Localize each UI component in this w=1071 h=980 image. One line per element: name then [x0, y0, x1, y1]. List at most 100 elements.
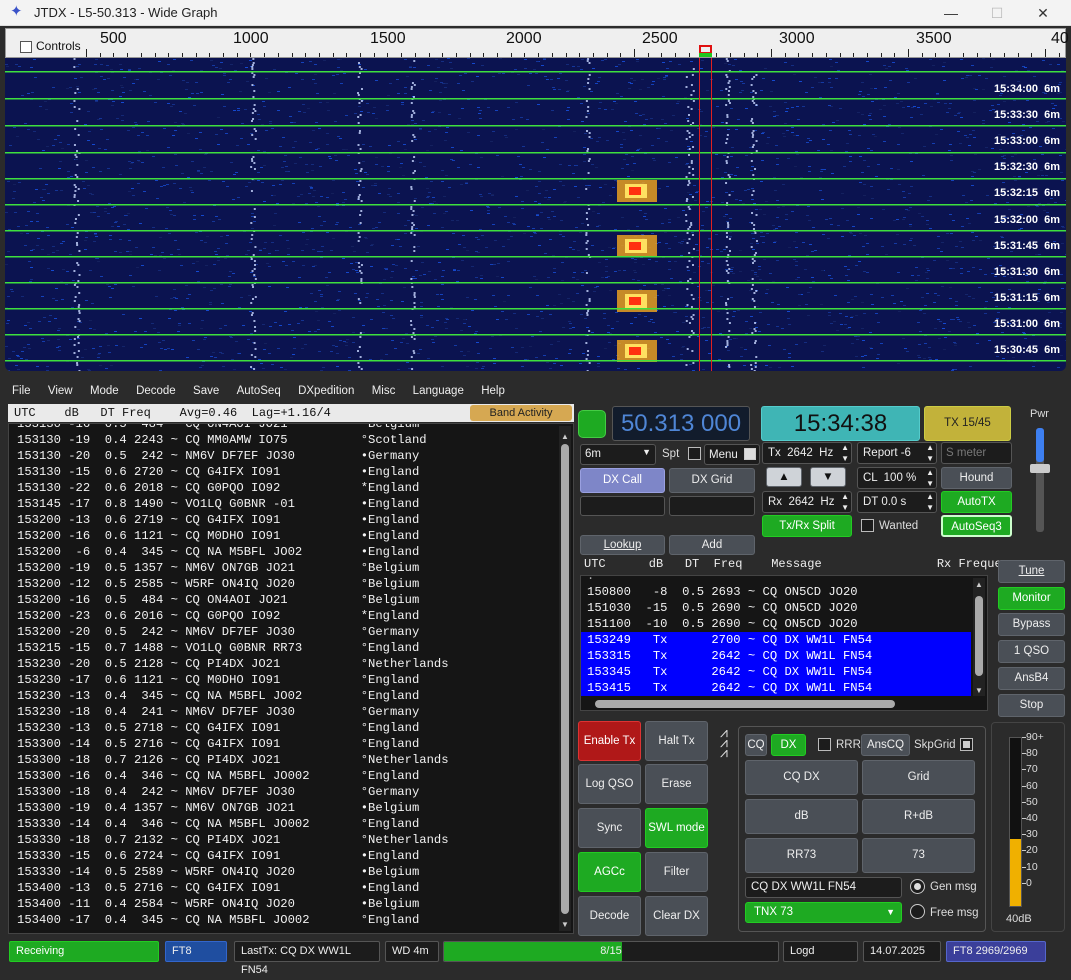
rx-list-row[interactable]: 153345 Tx 2642 ~ CQ DX WW1L FN54: [581, 664, 971, 680]
controls-checkbox[interactable]: Controls: [20, 39, 81, 53]
band-activity-row[interactable]: 153200 -23 0.6 2016 ~ CQ G0PQO IO92 *Eng…: [9, 608, 573, 624]
dx-grid-button[interactable]: DX Grid: [669, 468, 755, 493]
waterfall-display[interactable]: 15:34:00 6m 15:33:30 6m 15:33:00 6m 15:32:3…: [5, 58, 1066, 371]
band-activity-row[interactable]: 153130 -19 0.4 2243 ~ CQ MM0AMW IO75 °Sc…: [9, 432, 573, 448]
band-activity-row[interactable]: 153300 -18 0.4 242 ~ NM6V DF7EF JO30 °Ge…: [9, 784, 573, 800]
swl-mode-button[interactable]: SWL mode: [645, 808, 708, 848]
band-activity-row[interactable]: 153130 -16 0.5 484 ~ CQ ON4AOI JO21 °Bel…: [9, 424, 573, 432]
menu-toggle[interactable]: Menu: [704, 444, 760, 465]
band-select[interactable]: 6m ▼: [580, 444, 656, 465]
side-button-monitor[interactable]: Monitor: [998, 587, 1065, 610]
erase-button[interactable]: Erase: [645, 764, 708, 804]
menu-help[interactable]: Help: [474, 382, 512, 397]
rrr-checkbox[interactable]: [818, 738, 831, 751]
scroll-up-icon[interactable]: ▲: [561, 432, 569, 441]
msg-button-73[interactable]: 73: [862, 838, 975, 873]
msg-button-db[interactable]: dB: [745, 799, 858, 834]
menu-misc[interactable]: Misc: [365, 382, 403, 397]
decode-button[interactable]: Decode: [578, 896, 641, 936]
band-activity-row[interactable]: 153300 -18 0.7 2126 ~ CQ PI4DX JO21 °Net…: [9, 752, 573, 768]
band-activity-row[interactable]: 153200 -20 0.5 242 ~ NM6V DF7EF JO30 °Ge…: [9, 624, 573, 640]
rx-frequency-spinbox[interactable]: Rx 2642 Hz ▲ ▼: [762, 491, 852, 513]
scrollbar[interactable]: ▲ ▼: [559, 426, 571, 931]
scroll-down-icon[interactable]: ▼: [561, 920, 569, 929]
msg-button-rr73[interactable]: RR73: [745, 838, 858, 873]
band-activity-row[interactable]: 153200 -13 0.6 2719 ~ CQ G4IFX IO91 •Eng…: [9, 512, 573, 528]
band-activity-row[interactable]: 153300 -16 0.4 346 ~ CQ NA M5BFL JO002 °…: [9, 768, 573, 784]
sync-button[interactable]: Sync: [578, 808, 641, 848]
rx-list-scrollbar[interactable]: ▲ ▼: [973, 578, 985, 696]
band-activity-row[interactable]: 153400 -11 0.4 2584 ~ W5RF ON4IQ JO20 •B…: [9, 896, 573, 912]
band-activity-row[interactable]: 153230 -13 0.4 345 ~ CQ NA M5BFL JO02 °E…: [9, 688, 573, 704]
band-activity-row[interactable]: 153130 -20 0.5 242 ~ NM6V DF7EF JO30 •Ge…: [9, 448, 573, 464]
anscq-button[interactable]: AnsCQ: [861, 734, 910, 756]
band-activity-row[interactable]: 153200 -19 0.5 1357 ~ NM6V ON7GB JO21 °B…: [9, 560, 573, 576]
rx-list-row[interactable]: 153249 Tx 2700 ~ CQ DX WW1L FN54: [581, 632, 971, 648]
rx-list-row[interactable]: 153415 Tx 2642 ~ CQ DX WW1L FN54: [581, 680, 971, 696]
band-activity-row[interactable]: 153200 -16 0.5 484 ~ CQ ON4AOI JO21 °Bel…: [9, 592, 573, 608]
side-button-tune[interactable]: Tune: [998, 560, 1065, 583]
cq-button[interactable]: CQ: [745, 734, 767, 756]
band-activity-row[interactable]: 153400 -17 0.4 345 ~ CQ NA M5BFL JO002 °…: [9, 912, 573, 928]
freq-down-button[interactable]: ▼: [810, 467, 846, 487]
band-activity-row[interactable]: 153300 -14 0.5 2716 ~ CQ G4IFX IO91 °Eng…: [9, 736, 573, 752]
spt-checkbox[interactable]: [688, 447, 701, 460]
hound-button[interactable]: Hound: [941, 467, 1012, 489]
gen-msg-radio[interactable]: [910, 879, 925, 894]
clear-dx-button[interactable]: Clear DX: [645, 896, 708, 936]
band-activity-row[interactable]: 153230 -18 0.4 241 ~ NM6V DF7EF JO30 °Ge…: [9, 704, 573, 720]
tx-frequency-spinbox[interactable]: Tx 2642 Hz ▲ ▼: [762, 442, 852, 464]
minimize-button[interactable]: —: [928, 0, 974, 26]
cl-spinbox[interactable]: CL 100 % ▲ ▼: [857, 467, 937, 489]
wanted-checkbox[interactable]: [861, 519, 874, 532]
band-activity-row[interactable]: 153330 -14 0.5 2589 ~ W5RF ON4IQ JO20 •B…: [9, 864, 573, 880]
rx-list-row[interactable]: 150800 -8 0.5 2693 ~ CQ ON5CD JO20: [581, 584, 971, 600]
s-meter-field[interactable]: S meter: [941, 442, 1012, 464]
band-activity-row[interactable]: 153330 -15 0.6 2724 ~ CQ G4IFX IO91 •Eng…: [9, 848, 573, 864]
freq-up-button[interactable]: ▲: [766, 467, 802, 487]
side-button-1-qso[interactable]: 1 QSO: [998, 640, 1065, 663]
rx-list-row[interactable]: 151100 -10 0.5 2690 ~ CQ ON5CD JO20: [581, 616, 971, 632]
filter-button[interactable]: Filter: [645, 852, 708, 892]
band-activity-row[interactable]: 153145 -17 0.8 1490 ~ VO1LQ G0BNR -01 •E…: [9, 496, 573, 512]
pwr-slider[interactable]: [1030, 428, 1050, 532]
menu-file[interactable]: File: [5, 382, 38, 397]
frequency-ruler[interactable]: Controls 500 1000 1500 2000 2500 3000 35…: [5, 28, 1069, 58]
menu-decode[interactable]: Decode: [129, 382, 183, 397]
dx-call-field[interactable]: [580, 496, 665, 516]
menu-autoseq[interactable]: AutoSeq: [230, 382, 288, 397]
side-button-ansb4[interactable]: AnsB4: [998, 667, 1065, 690]
halt-tx-button[interactable]: Halt Tx: [645, 721, 708, 761]
report-spinbox[interactable]: Report -6 ▲ ▼: [857, 442, 937, 464]
rx-list-row[interactable]: 153315 Tx 2642 ~ CQ DX WW1L FN54: [581, 648, 971, 664]
msg-button-grid[interactable]: Grid: [862, 760, 975, 795]
dt-spinbox[interactable]: DT 0.0 s ▲ ▼: [857, 491, 937, 513]
menu-mode[interactable]: Mode: [83, 382, 126, 397]
autotx-button[interactable]: AutoTX: [941, 491, 1012, 513]
band-activity-row[interactable]: 153300 -19 0.4 1357 ~ NM6V ON7GB JO21 •B…: [9, 800, 573, 816]
tx-period-button[interactable]: TX 15/45: [924, 406, 1011, 441]
side-button-stop[interactable]: Stop: [998, 694, 1065, 717]
free-msg-select[interactable]: TNX 73 ▼: [745, 902, 902, 923]
rx-list-hscrollbar[interactable]: [595, 700, 895, 708]
dx-grid-field[interactable]: [669, 496, 755, 516]
autoseq3-button[interactable]: AutoSeq3: [941, 515, 1012, 537]
skpgrid-checkbox[interactable]: [960, 738, 973, 751]
menu-language[interactable]: Language: [406, 382, 471, 397]
msg-button-r-db[interactable]: R+dB: [862, 799, 975, 834]
free-msg-radio[interactable]: [910, 904, 925, 919]
rx-list-row[interactable]: 151030 -15 0.5 2690 ~ CQ ON5CD JO20: [581, 600, 971, 616]
add-button[interactable]: Add: [669, 535, 755, 555]
band-activity-row[interactable]: 153130 -22 0.6 2018 ~ CQ G0PQO IO92 *Eng…: [9, 480, 573, 496]
band-activity-row[interactable]: 153230 -17 0.6 1121 ~ CQ M0DHO IO91 °Eng…: [9, 672, 573, 688]
band-activity-row[interactable]: 153215 -15 0.7 1488 ~ VO1LQ G0BNR RR73 °…: [9, 640, 573, 656]
band-activity-row[interactable]: 153130 -15 0.6 2720 ~ CQ G4IFX IO91 •Eng…: [9, 464, 573, 480]
menu-view[interactable]: View: [41, 382, 80, 397]
band-activity-row[interactable]: 153400 -13 0.5 2716 ~ CQ G4IFX IO91 •Eng…: [9, 880, 573, 896]
side-button-bypass[interactable]: Bypass: [998, 613, 1065, 636]
lookup-button[interactable]: Lookup: [580, 535, 665, 555]
dx-button[interactable]: DX: [771, 734, 806, 756]
message-text-field[interactable]: CQ DX WW1L FN54: [745, 877, 902, 898]
scrollbar-thumb[interactable]: [561, 444, 569, 914]
band-activity-row[interactable]: 153200 -6 0.4 345 ~ CQ NA M5BFL JO02 •En…: [9, 544, 573, 560]
